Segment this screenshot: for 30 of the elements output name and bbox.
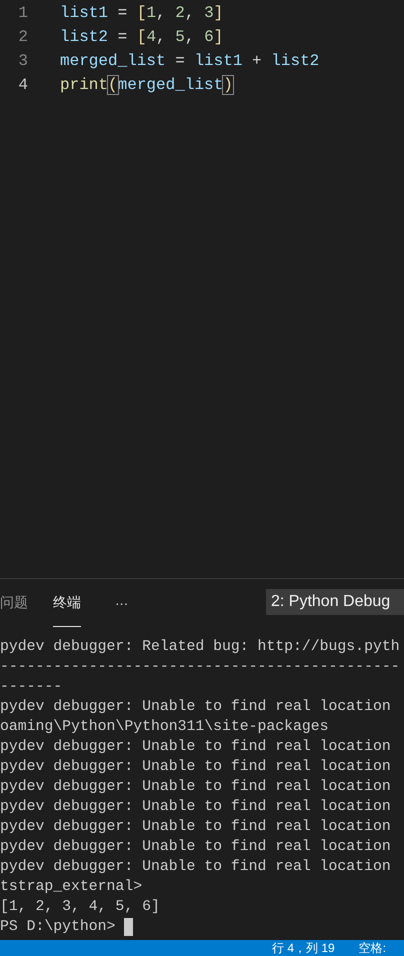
terminal-line: oaming\Python\Python311\site-packages <box>0 718 329 737</box>
terminal-line: pydev debugger: Unable to find real location <box>0 778 391 797</box>
terminal-line: pydev debugger: Unable to find real location <box>0 838 391 857</box>
terminal-line: tstrap_external> <box>0 878 142 897</box>
terminal-select[interactable]: 2: Python Debug <box>266 589 404 615</box>
terminal-line: pydev debugger: Unable to find real location <box>0 698 391 717</box>
code-line: print(merged_list) <box>60 75 233 96</box>
status-item[interactable]: 行 4，列 19 <box>272 940 335 956</box>
terminal-line: pydev debugger: Unable to find real location <box>0 738 391 757</box>
terminal-line: pydev debugger: Unable to find real location <box>0 798 391 817</box>
code-line: list2 = [4, 5, 6] <box>60 27 224 48</box>
code-line: merged_list = list1 + list2 <box>60 51 320 72</box>
code-line: list1 = [1, 2, 3] <box>60 3 224 24</box>
terminal-line: pydev debugger: Unable to find real location <box>0 818 391 837</box>
cursor-icon <box>124 918 134 936</box>
panel-tab[interactable]: 问题 <box>0 579 28 627</box>
terminal-line: ------- <box>0 678 62 697</box>
terminal-line: [1, 2, 3, 4, 5, 6] <box>0 898 160 917</box>
line-number: 3 <box>17 51 28 72</box>
line-number: 1 <box>17 3 28 24</box>
more-button[interactable]: ··· <box>115 592 128 614</box>
terminal-line: pydev debugger: Unable to find real location <box>0 858 391 877</box>
terminal-line: pydev debugger: Unable to find real location <box>0 758 391 777</box>
terminal-line: PS D:\python> <box>0 918 116 937</box>
line-number: 2 <box>17 27 28 48</box>
panel-tab[interactable]: 终端 <box>53 579 81 627</box>
line-number: 4 <box>17 75 28 96</box>
terminal-line: pydev debugger: Related bug: http://bugs.pyth <box>0 638 400 657</box>
status-item[interactable]: 空格: <box>358 940 386 956</box>
terminal-line: --------------------------------------------- <box>0 658 400 677</box>
